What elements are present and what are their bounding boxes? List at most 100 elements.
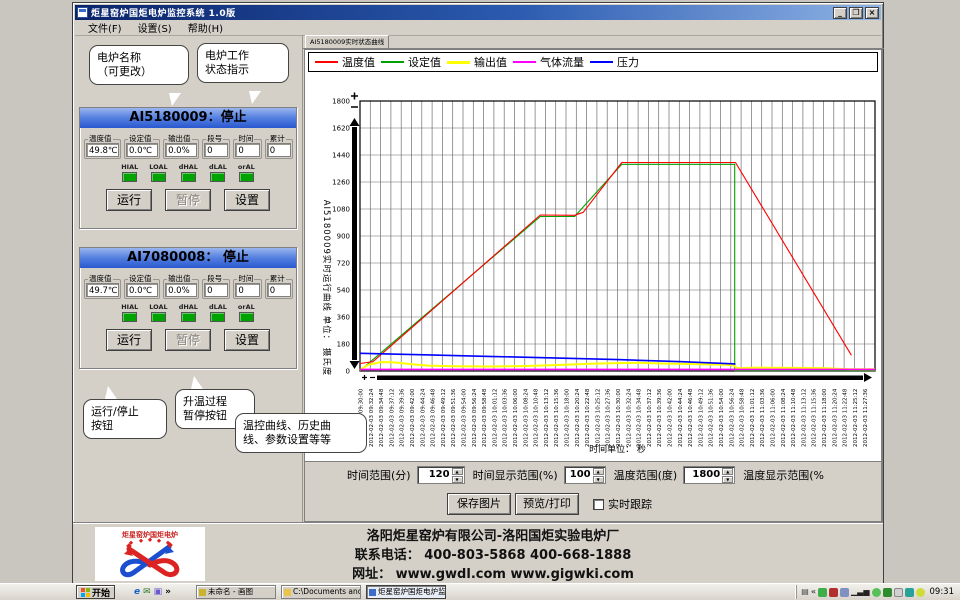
x-tick-label: 2012-02-03 11:22:48 bbox=[843, 388, 849, 447]
temp-range-value: 1800 bbox=[692, 469, 720, 480]
spin-up-icon[interactable]: ▲ bbox=[722, 468, 733, 475]
legend-label: 压力 bbox=[617, 54, 639, 70]
antivirus-icon[interactable] bbox=[916, 588, 925, 597]
field-label: 段号 bbox=[206, 275, 223, 283]
run-button[interactable]: 运行 bbox=[106, 329, 152, 351]
tab-realtime-curve[interactable]: AI5180009实时状态曲线 bbox=[305, 35, 389, 48]
legend-dash bbox=[447, 61, 470, 64]
y-tick-label: 180 bbox=[337, 341, 350, 349]
total-value: 0 bbox=[267, 283, 291, 297]
desktop-icon[interactable]: ▣ bbox=[154, 585, 163, 599]
led-label: HIAL bbox=[121, 163, 138, 171]
task-button-monitor-app[interactable]: 炬星窑炉国炬电炉监... bbox=[366, 585, 446, 599]
spin-down-icon[interactable]: ▼ bbox=[452, 476, 463, 483]
preview-print-button[interactable]: 预览/打印 bbox=[515, 493, 579, 515]
legend-dash bbox=[590, 61, 613, 63]
menu-bar: 文件(F) 设置(S) 帮助(H) bbox=[75, 20, 881, 36]
minimize-button[interactable]: _ bbox=[833, 7, 847, 19]
alarm-led-oral bbox=[239, 312, 254, 322]
y-tick-label: 540 bbox=[337, 287, 350, 295]
time-range-value: 120 bbox=[429, 469, 450, 480]
footer: 炬星窑炉国炬电炉 洛阳炬星窑炉有 bbox=[73, 522, 883, 583]
x-tick-label: 2012-02-03 09:34:48 bbox=[379, 388, 385, 447]
x-tick-label: 2012-02-03 11:25:12 bbox=[853, 389, 859, 447]
menu-settings[interactable]: 设置(S) bbox=[131, 19, 179, 36]
start-button[interactable]: 开始 bbox=[76, 585, 115, 599]
y-zoom-slider[interactable] bbox=[350, 93, 360, 370]
x-tick-label: 2012-02-03 09:32:24 bbox=[369, 388, 375, 447]
x-tick-label: 2012-02-03 11:15:36 bbox=[812, 388, 818, 447]
tray-chevron-icon[interactable]: « bbox=[811, 585, 816, 599]
title-bar[interactable]: 炬星窑炉国炬电炉监控系统 1.0版 _ ❐ × bbox=[75, 5, 881, 20]
printer-icon[interactable]: ▤ bbox=[801, 585, 809, 599]
temperature-value: 49.7℃ bbox=[86, 283, 119, 297]
x-tick-label: 2012-02-03 09:56:24 bbox=[472, 388, 478, 447]
network-error-icon[interactable] bbox=[840, 588, 849, 597]
run-button[interactable]: 运行 bbox=[106, 189, 152, 211]
x-tick-label: 2012-02-03 10:58:48 bbox=[740, 388, 746, 447]
spin-down-icon[interactable]: ▼ bbox=[722, 476, 733, 483]
realtime-chart[interactable]: 0180360540720900108012601440162018002012… bbox=[305, 74, 883, 456]
task-button-explorer[interactable]: C:\Documents and Se... bbox=[281, 585, 361, 599]
time-value: 0 bbox=[235, 283, 259, 297]
x-tick-label: 2012-02-03 10:10:48 bbox=[534, 388, 540, 447]
x-tick-label: 2012-02-03 10:20:24 bbox=[575, 388, 581, 447]
realtime-track-label: 实时跟踪 bbox=[608, 496, 652, 512]
start-label: 开始 bbox=[92, 586, 110, 599]
chevron-more-icon[interactable]: » bbox=[165, 585, 171, 599]
spin-down-icon[interactable]: ▼ bbox=[593, 476, 604, 483]
spin-up-icon[interactable]: ▲ bbox=[452, 468, 463, 475]
setup-button[interactable]: 设置 bbox=[224, 329, 270, 351]
temp-display-label: 温度显示范围(% bbox=[743, 467, 824, 483]
x-tick-label: 2012-02-03 10:42:00 bbox=[668, 388, 674, 447]
messenger-icon[interactable] bbox=[872, 588, 881, 597]
y-tick-label: 1440 bbox=[332, 152, 350, 160]
callout-tail bbox=[249, 91, 261, 104]
x-tick-label: 2012-02-03 10:34:48 bbox=[637, 388, 643, 447]
x-scroll-slider[interactable] bbox=[362, 373, 872, 382]
temp-range-spinner[interactable]: 1800 ▲▼ bbox=[683, 466, 735, 484]
taskbar: 开始 e ✉ ▣ » 未命名 - 画图 C:\Documents and Se.… bbox=[0, 583, 960, 600]
menu-help[interactable]: 帮助(H) bbox=[181, 19, 230, 36]
alarm-led-dlal bbox=[210, 172, 225, 182]
company-logo: 炬星窑炉国炬电炉 bbox=[95, 527, 205, 581]
network-drive-icon[interactable] bbox=[905, 588, 914, 597]
field-label: 温度值 bbox=[88, 135, 113, 143]
setup-button[interactable]: 设置 bbox=[224, 189, 270, 211]
x-axis-title: 时间单位： 秒 bbox=[589, 443, 646, 455]
maximize-button[interactable]: ❐ bbox=[849, 7, 863, 19]
realtime-track-checkbox[interactable] bbox=[593, 499, 604, 510]
alarm-led-dhal bbox=[181, 172, 196, 182]
signal-bars-icon[interactable]: ▁▃▅ bbox=[851, 585, 869, 599]
legend-label: 设定值 bbox=[408, 54, 441, 70]
task-button-paint[interactable]: 未命名 - 画图 bbox=[196, 585, 276, 599]
chart-region: AI5180009实时状态曲线 温度值设定值输出值气体流量压力 01803605… bbox=[302, 35, 884, 522]
chart-panel: 温度值设定值输出值气体流量压力 018036054072090010801260… bbox=[304, 49, 882, 462]
update-icon[interactable] bbox=[818, 588, 827, 597]
save-image-button[interactable]: 保存图片 bbox=[447, 493, 511, 515]
shield-icon[interactable] bbox=[883, 588, 892, 597]
spin-up-icon[interactable]: ▲ bbox=[593, 468, 604, 475]
x-tick-label: 2012-02-03 11:20:24 bbox=[832, 388, 838, 447]
time-display-spinner[interactable]: 100 ▲▼ bbox=[564, 466, 606, 484]
time-range-spinner[interactable]: 120 ▲▼ bbox=[417, 466, 465, 484]
browser-icon[interactable]: e bbox=[134, 585, 140, 599]
close-button[interactable]: × bbox=[865, 7, 879, 19]
app-icon bbox=[77, 7, 88, 18]
mail-icon[interactable]: ✉ bbox=[143, 585, 151, 599]
callout-furnace-name: 电炉名称 （可更改） bbox=[89, 45, 189, 85]
legend-dash bbox=[315, 61, 338, 63]
x-tick-label: 2012-02-03 10:54:00 bbox=[719, 388, 725, 447]
menu-file[interactable]: 文件(F) bbox=[81, 19, 129, 36]
battery-icon[interactable] bbox=[894, 588, 903, 597]
temperature-value: 49.8℃ bbox=[86, 143, 119, 157]
led-label: HIAL bbox=[121, 303, 138, 311]
network-error-icon[interactable] bbox=[829, 588, 838, 597]
callout-curves: 温控曲线、历史曲 线、参数设置等等 bbox=[235, 413, 367, 453]
field-label: 输出值 bbox=[167, 135, 192, 143]
windows-logo-icon bbox=[81, 588, 90, 597]
x-tick-label: 2012-02-03 10:39:36 bbox=[657, 388, 663, 447]
field-label: 累计 bbox=[269, 135, 286, 143]
legend-item-压力: 压力 bbox=[590, 54, 639, 70]
x-tick-label: 2012-02-03 11:10:48 bbox=[791, 388, 797, 447]
